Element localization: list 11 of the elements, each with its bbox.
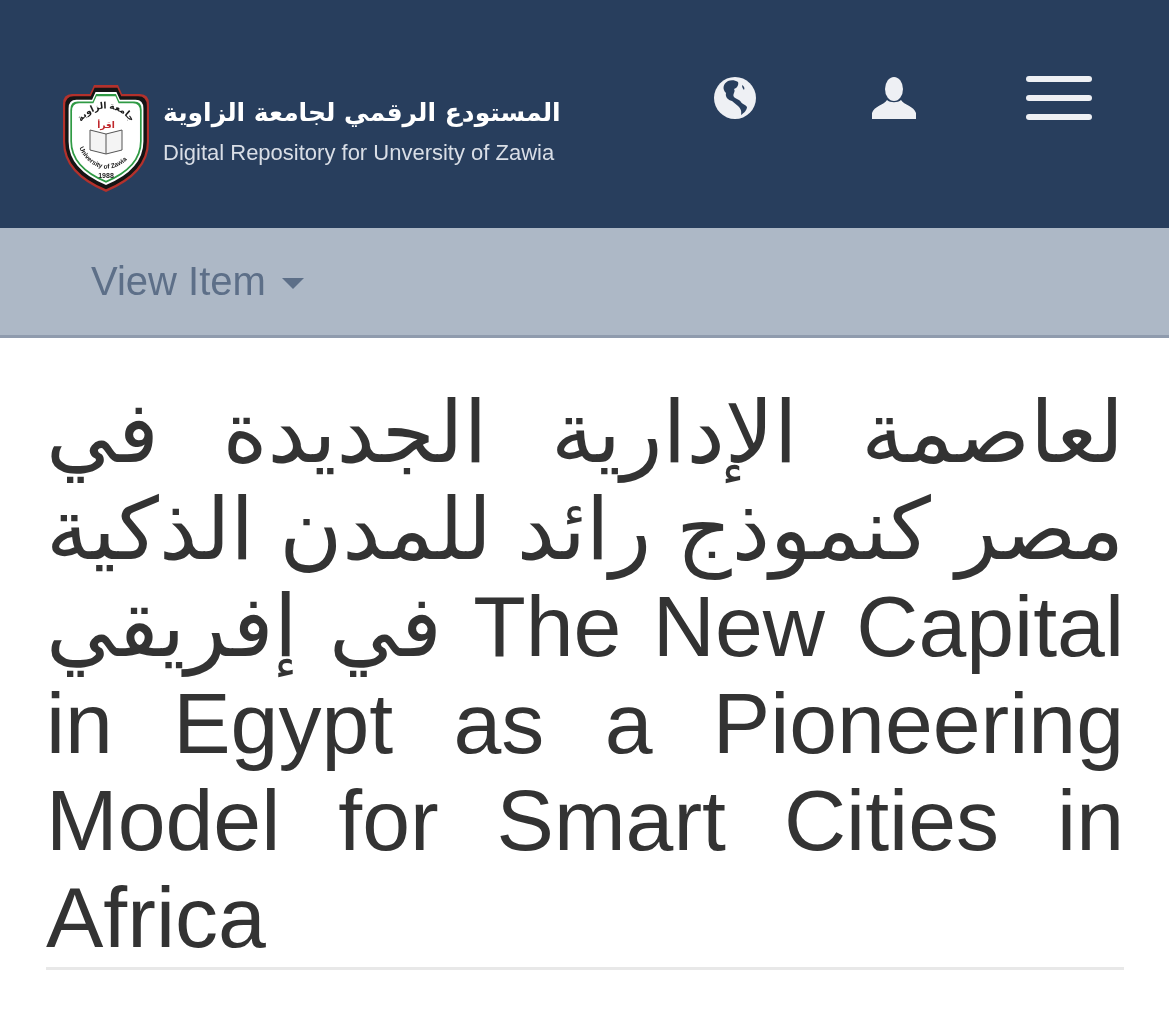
menu-icon: [1026, 76, 1092, 120]
user-icon: [872, 77, 916, 119]
language-button[interactable]: [714, 77, 756, 119]
user-button[interactable]: [872, 77, 916, 119]
view-item-dropdown[interactable]: View Item: [91, 259, 304, 304]
site-title: المستودع الرقمي لجامعة الزاوية: [163, 97, 561, 130]
site-subtitle: Digital Repository for Unversity of Zawia: [163, 140, 556, 166]
caret-icon: [281, 278, 304, 289]
globe-icon: [714, 77, 756, 119]
item-title: لعاصمة الإدارية الجديدة في مصر كنموذج رائد للمدن الذكية في إفريقي The New Capital in Egypt as a Pioneering Model for Smart Cities in Africa: [46, 384, 1124, 966]
menu-button[interactable]: [1026, 76, 1092, 120]
